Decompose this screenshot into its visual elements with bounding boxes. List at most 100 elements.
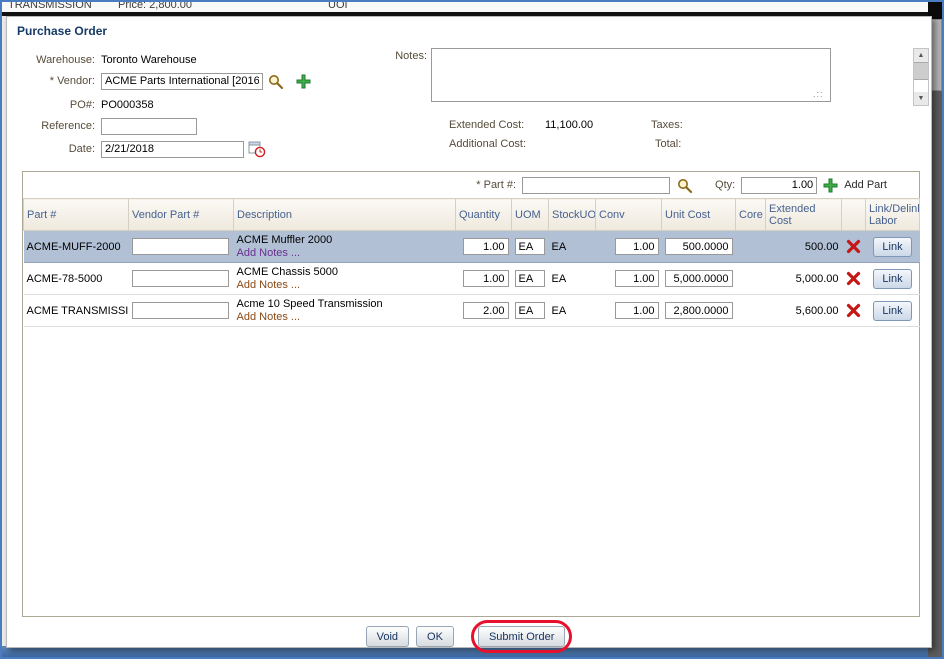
col-header-quantity: Quantity	[455, 198, 512, 231]
notes-textarea[interactable]	[431, 48, 831, 102]
red-annotation-circle: Submit Order	[470, 620, 573, 653]
uom-input[interactable]	[514, 238, 545, 255]
vendor-part-input[interactable]	[131, 238, 229, 255]
conv-input[interactable]	[614, 270, 659, 287]
additional-cost-label: Additional Cost:	[449, 138, 527, 150]
vendor-part-input[interactable]	[131, 302, 229, 319]
col-header-link-labor: Link/Delink Labor	[865, 198, 920, 231]
col-header-vendor-part: Vendor Part #	[128, 198, 234, 231]
description-text: ACME Muffler 2000	[236, 233, 333, 246]
part-number-label: * Part #:	[476, 179, 517, 191]
col-header-description: Description	[233, 198, 456, 231]
unit-cost-input[interactable]	[664, 238, 733, 255]
background-text-uom: UOI	[328, 2, 348, 11]
col-header-extended-cost: Extended Cost	[765, 198, 842, 231]
dialog-scrollbar[interactable]: ▲ ▼	[913, 48, 929, 106]
add-notes-link[interactable]: Add Notes ...	[237, 311, 301, 324]
uom-input[interactable]	[514, 270, 545, 287]
po-number-label: PO#:	[69, 99, 95, 111]
date-input[interactable]	[101, 140, 244, 158]
quantity-input[interactable]	[462, 238, 509, 255]
scroll-down-icon[interactable]: ▼	[914, 92, 928, 105]
col-header-part: Part #	[23, 198, 129, 231]
stock-uom-cell: EA	[548, 262, 596, 295]
part-number-cell: ACME-78-5000	[23, 262, 129, 295]
delete-row-icon[interactable]	[846, 303, 861, 318]
qty-input[interactable]	[741, 176, 818, 194]
core-cell	[735, 262, 766, 295]
delete-row-icon[interactable]	[846, 239, 861, 254]
unit-cost-input[interactable]	[664, 270, 733, 287]
warehouse-label: Warehouse:	[36, 54, 95, 66]
extended-cost-label: Extended Cost:	[449, 119, 525, 131]
description-text: ACME Chassis 5000	[236, 265, 339, 278]
part-number-cell: ACME TRANSMISSION	[23, 294, 129, 327]
reference-input[interactable]	[101, 117, 197, 135]
uom-input[interactable]	[514, 302, 545, 319]
link-labor-button[interactable]: Link	[873, 268, 912, 289]
notes-label: Notes:	[395, 50, 427, 62]
core-cell	[735, 230, 766, 263]
col-header-core: Core	[735, 198, 766, 231]
date-label: Date:	[68, 143, 95, 155]
add-notes-link[interactable]: Add Notes ...	[237, 247, 301, 260]
link-labor-button[interactable]: Link	[873, 300, 912, 321]
col-header-delete	[841, 198, 866, 231]
part-search-icon[interactable]	[676, 177, 693, 194]
total-label: Total:	[655, 138, 682, 150]
part-number-cell: ACME-MUFF-2000	[23, 230, 129, 263]
table-row[interactable]: ACME TRANSMISSION Acme 10 Speed Transmis…	[23, 294, 920, 327]
unit-cost-input[interactable]	[664, 302, 733, 319]
void-button[interactable]: Void	[365, 626, 410, 647]
part-number-input[interactable]	[522, 176, 671, 194]
core-cell	[735, 294, 766, 327]
resize-grip-icon[interactable]: .::	[813, 89, 824, 99]
add-part-icon[interactable]	[823, 178, 838, 193]
table-row[interactable]: ACME-78-5000 ACME Chassis 5000 Add Notes…	[23, 262, 920, 295]
po-number-value: PO000358	[101, 99, 154, 111]
taxes-label: Taxes:	[651, 119, 683, 131]
stock-uom-cell: EA	[548, 230, 596, 263]
part-entry-toolbar: * Part #: Qty: Add Part	[23, 172, 919, 198]
add-part-button[interactable]: Add Part	[844, 179, 887, 191]
link-labor-button[interactable]: Link	[873, 236, 912, 257]
dialog-title: Purchase Order	[17, 24, 108, 38]
background-page-strip: TRANSMISSION Price: 2,800.00 UOI	[2, 2, 928, 12]
table-row[interactable]: ACME-MUFF-2000 ACME Muffler 2000 Add Not…	[23, 230, 920, 263]
vendor-part-input[interactable]	[131, 270, 229, 287]
warehouse-value: Toronto Warehouse	[101, 54, 197, 66]
extended-cost-value: 11,100.00	[545, 119, 594, 131]
ok-button[interactable]: OK	[416, 626, 454, 647]
table-header-row: Part # Vendor Part # Description Quantit…	[23, 198, 920, 231]
add-vendor-icon[interactable]	[296, 74, 311, 89]
description-text: Acme 10 Speed Transmission	[236, 297, 383, 310]
col-header-unit-cost: Unit Cost	[661, 198, 736, 231]
submit-order-button[interactable]: Submit Order	[477, 626, 566, 647]
dialog-scrollbar-thumb[interactable]	[914, 62, 928, 80]
quantity-input[interactable]	[462, 302, 509, 319]
calendar-icon[interactable]	[248, 140, 266, 158]
dialog-footer: Void OK Submit Order	[7, 620, 931, 653]
vendor-input[interactable]	[101, 72, 263, 90]
stock-uom-cell: EA	[548, 294, 596, 327]
extended-cost-cell: 5,000.00	[765, 262, 842, 295]
col-header-uom: UOM	[511, 198, 549, 231]
qty-label: Qty:	[715, 179, 736, 191]
extended-cost-cell: 5,600.00	[765, 294, 842, 327]
parts-panel: * Part #: Qty: Add Part	[22, 171, 920, 617]
add-notes-link[interactable]: Add Notes ...	[237, 279, 301, 292]
background-text-transmission: TRANSMISSION	[8, 2, 92, 11]
quantity-input[interactable]	[462, 270, 509, 287]
conv-input[interactable]	[614, 302, 659, 319]
vendor-search-icon[interactable]	[267, 73, 284, 90]
background-text-price: Price: 2,800.00	[118, 2, 192, 11]
scroll-up-icon[interactable]: ▲	[914, 49, 928, 62]
conv-input[interactable]	[614, 238, 659, 255]
reference-label: Reference:	[41, 120, 95, 132]
extended-cost-cell: 500.00	[765, 230, 842, 263]
vendor-label: * Vendor:	[49, 75, 95, 87]
col-header-stock-uom: StockUOM	[548, 198, 596, 231]
col-header-conv: Conv	[595, 198, 662, 231]
delete-row-icon[interactable]	[846, 271, 861, 286]
parts-table: Part # Vendor Part # Description Quantit…	[23, 198, 920, 327]
